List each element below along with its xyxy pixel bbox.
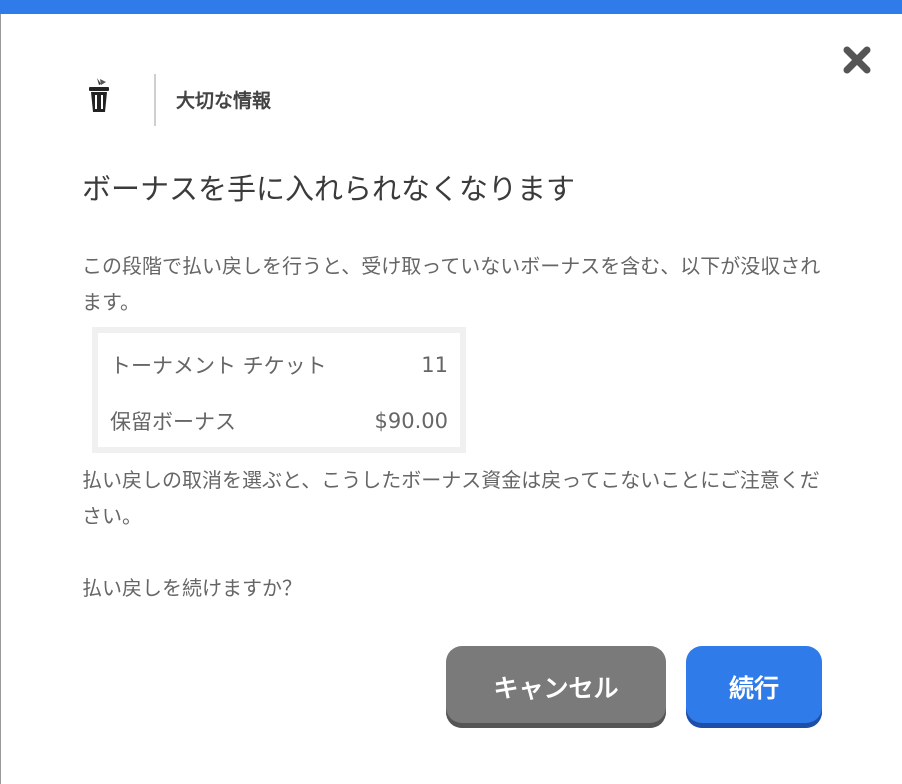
forfeit-item-name: 保留ボーナス	[110, 410, 236, 434]
warning-text: 払い戻しの取消を選ぶと、こうしたボーナス資金は戻ってこないことにご注意ください。	[82, 468, 820, 528]
header-divider	[154, 74, 156, 126]
top-accent-bar	[0, 0, 902, 14]
left-edge-line	[0, 14, 1, 784]
forfeit-item-row: 保留ボーナス $90.00	[110, 401, 448, 441]
forfeit-item-name: トーナメント チケット	[110, 354, 327, 378]
intro-text: この段階で払い戻しを行うと、受け取っていないボーナスを含む、以下が没収されます。	[82, 254, 821, 314]
forfeit-item-value: $90.00	[374, 409, 448, 433]
continue-button[interactable]: 続行	[686, 646, 822, 728]
forfeit-item-row: トーナメント チケット 11	[110, 345, 448, 385]
close-icon	[843, 46, 871, 74]
cancel-button[interactable]: キャンセル	[446, 646, 666, 728]
forfeit-item-value: 11	[421, 353, 448, 377]
question-text: 払い戻しを続けますか？	[82, 576, 302, 600]
dialog-label: 大切な情報	[176, 90, 272, 112]
dialog-headline: ボーナスを手に入れられなくなります	[82, 172, 576, 206]
forfeit-items-box: トーナメント チケット 11 保留ボーナス $90.00	[92, 327, 466, 453]
trash-can-icon	[86, 76, 112, 114]
close-button[interactable]	[841, 44, 873, 76]
